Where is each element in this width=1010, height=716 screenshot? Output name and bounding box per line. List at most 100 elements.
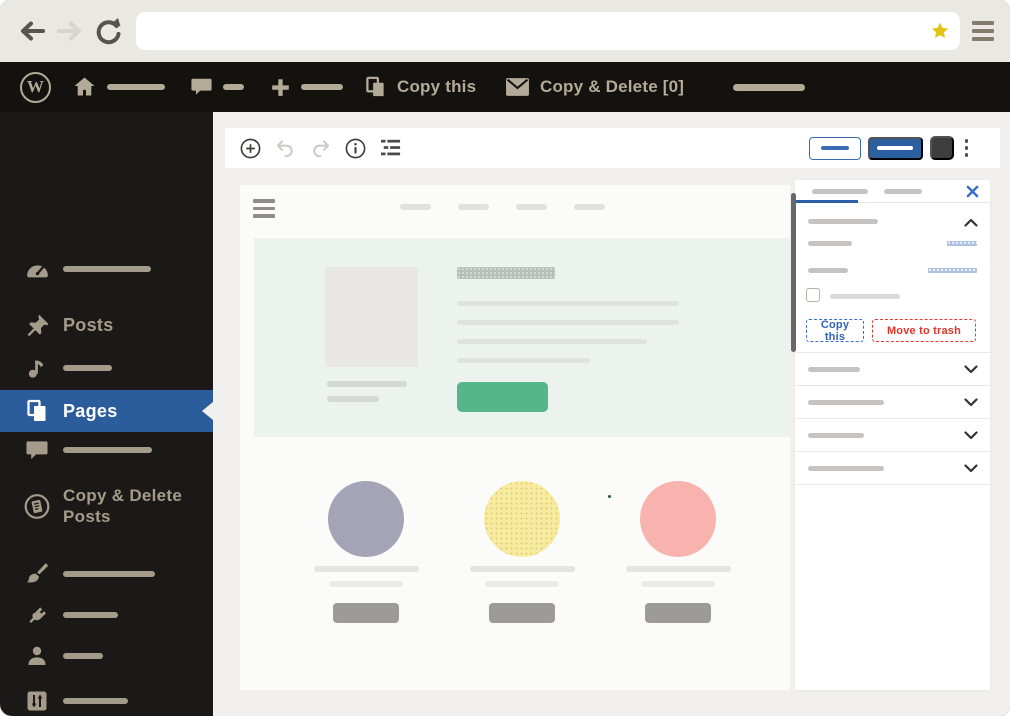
copy-delete-posts-icon <box>24 493 50 519</box>
dashboard-label-placeholder <box>63 265 151 273</box>
pushpin-icon <box>24 312 50 338</box>
publish-placeholder-button[interactable] <box>867 136 923 160</box>
hero-block[interactable] <box>254 238 790 437</box>
sidebar-item-copy-delete-posts[interactable]: Copy & Delete Posts <box>0 480 213 532</box>
browser-menu-icon[interactable] <box>972 21 994 41</box>
plugins-plug-icon <box>24 602 50 628</box>
copy-this-button[interactable]: Copy this <box>806 319 864 343</box>
checkbox[interactable] <box>806 288 820 302</box>
address-bar[interactable] <box>136 12 960 50</box>
sidebar-item-users[interactable] <box>0 641 213 671</box>
new-content-menu[interactable] <box>270 62 343 112</box>
checkbox-label-placeholder <box>830 294 900 299</box>
field-link-placeholder[interactable] <box>947 241 977 246</box>
chevron-down-icon[interactable] <box>964 365 978 374</box>
panel-scrollbar-thumb[interactable] <box>790 193 796 352</box>
card-button-placeholder[interactable] <box>489 603 555 623</box>
appearance-brush-icon <box>24 561 50 587</box>
sidebar-item-comments[interactable] <box>0 436 213 464</box>
preview-nav-placeholder <box>516 204 547 210</box>
accordion-section[interactable] <box>795 386 990 419</box>
tab-document-placeholder[interactable] <box>812 189 868 194</box>
preview-nav-placeholder <box>574 204 605 210</box>
hero-caption-placeholder <box>327 396 379 402</box>
settings-placeholder-button[interactable] <box>929 136 954 160</box>
card-text-placeholder <box>641 581 715 587</box>
admin-bar-right-menu[interactable] <box>733 62 805 112</box>
block-inserter-icon[interactable] <box>239 137 262 160</box>
hero-image-placeholder <box>325 267 418 367</box>
redo-icon[interactable] <box>309 137 332 160</box>
publish-label-placeholder <box>877 145 913 151</box>
accordion-title-placeholder <box>808 367 860 372</box>
copy-this-label: Copy this <box>397 77 477 96</box>
copy-delete-posts-label: Copy & Delete Posts <box>63 486 183 526</box>
chevron-down-icon[interactable] <box>964 398 978 407</box>
sidebar-item-pages[interactable]: Pages <box>0 390 213 432</box>
sidebar-item-dashboard[interactable] <box>0 254 213 284</box>
save-draft-placeholder-button[interactable] <box>808 136 861 160</box>
admin-bar-placeholder <box>733 83 805 91</box>
card-button-placeholder[interactable] <box>333 603 399 623</box>
browser-chrome <box>0 0 1010 62</box>
editor-content-area: Copy this Move to trash <box>213 112 1010 716</box>
sidebar-item-settings[interactable] <box>0 686 213 716</box>
site-name-placeholder <box>107 83 165 91</box>
settings-label-placeholder <box>63 697 128 705</box>
hero-cta-button[interactable] <box>457 382 548 412</box>
refresh-icon[interactable] <box>92 15 124 47</box>
card-text-placeholder <box>485 581 559 587</box>
move-to-trash-button[interactable]: Move to trash <box>872 319 976 342</box>
tab-block-placeholder[interactable] <box>884 189 922 194</box>
posts-label: Posts <box>63 314 114 335</box>
page-preview-canvas <box>240 185 790 690</box>
info-icon[interactable] <box>344 137 367 160</box>
site-name-menu[interactable] <box>72 62 165 112</box>
sidebar-item-posts[interactable]: Posts <box>0 310 213 340</box>
address-input[interactable] <box>136 12 960 50</box>
wp-admin-sidebar: Posts Pages Copy & Delete Posts <box>0 112 213 716</box>
new-label-placeholder <box>301 83 343 91</box>
active-tab-underline <box>795 200 858 203</box>
bookmark-star-icon[interactable] <box>930 21 950 41</box>
undo-icon[interactable] <box>274 137 297 160</box>
accordion-section[interactable] <box>795 452 990 485</box>
feature-circle-pink <box>640 481 716 557</box>
comments-label-placeholder <box>63 446 152 454</box>
panel-action-row: Copy this Move to trash <box>795 319 990 343</box>
copy-this-menu[interactable]: Copy this <box>364 62 476 112</box>
panel-section-header[interactable] <box>795 212 990 234</box>
editor-header-buttons <box>808 128 973 168</box>
comments-menu[interactable] <box>190 62 244 112</box>
plugins-label-placeholder <box>63 611 118 619</box>
copy-delete-menu[interactable]: Copy & Delete [0] <box>505 62 684 112</box>
users-label-placeholder <box>63 652 103 660</box>
card-button-placeholder[interactable] <box>645 603 711 623</box>
accordion-section[interactable] <box>795 419 990 452</box>
home-icon <box>74 77 95 96</box>
feature-card <box>603 481 753 623</box>
sidebar-item-appearance[interactable] <box>0 559 213 589</box>
card-title-placeholder <box>469 566 575 572</box>
hero-title-placeholder <box>457 267 555 279</box>
chevron-down-icon[interactable] <box>964 464 978 473</box>
chevron-down-icon[interactable] <box>964 431 978 440</box>
field-link-placeholder[interactable] <box>928 268 977 273</box>
field-label-placeholder <box>808 268 848 273</box>
feature-circle-yellow <box>484 481 560 557</box>
chevron-up-icon[interactable] <box>964 218 978 227</box>
wordpress-logo-menu[interactable]: W <box>20 62 51 112</box>
list-view-icon[interactable] <box>379 137 402 160</box>
panel-checkbox-row <box>795 288 990 306</box>
sidebar-item-media[interactable] <box>0 354 213 382</box>
close-x-icon[interactable] <box>966 185 979 198</box>
forward-arrow-icon[interactable] <box>54 15 86 47</box>
sidebar-item-plugins[interactable] <box>0 601 213 629</box>
accordion-section[interactable] <box>795 353 990 386</box>
feature-circle-purple <box>328 481 404 557</box>
back-arrow-icon[interactable] <box>16 15 48 47</box>
hero-text-line <box>457 358 590 363</box>
kebab-menu-icon[interactable] <box>961 135 973 161</box>
preview-nav-placeholder <box>458 204 489 210</box>
editor-toolbar <box>225 128 1000 168</box>
